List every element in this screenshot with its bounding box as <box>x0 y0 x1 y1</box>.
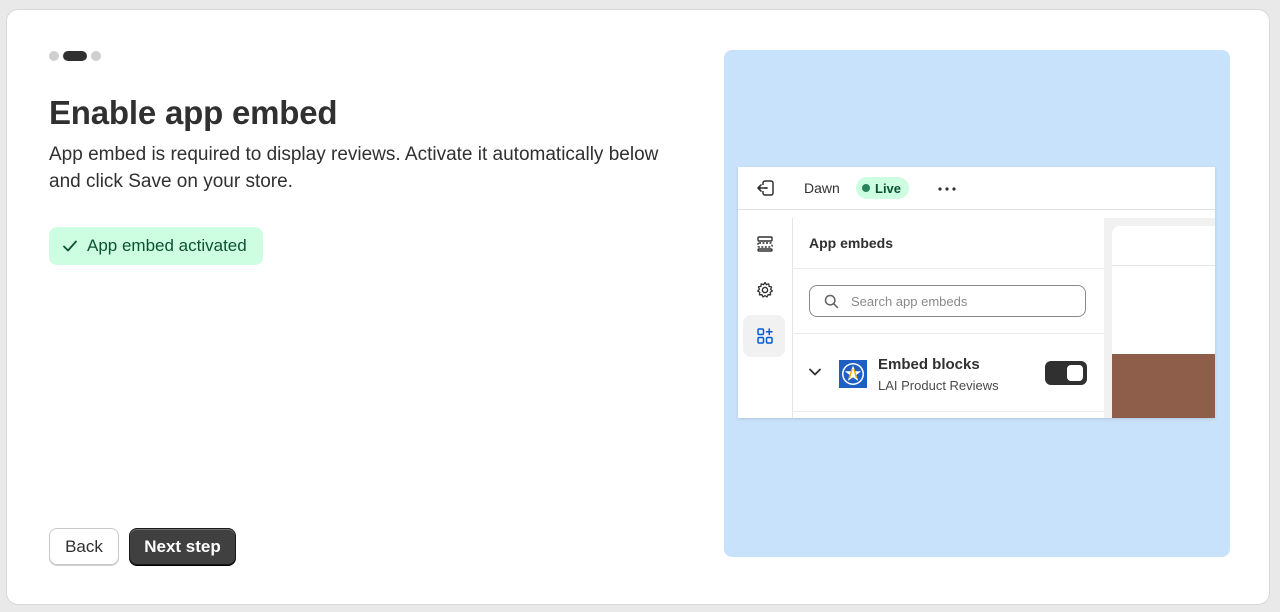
theme-name: Dawn <box>804 180 840 196</box>
status-badge: App embed activated <box>49 227 263 265</box>
panel-title: App embeds <box>809 235 894 251</box>
search-icon <box>824 294 839 308</box>
chevron-down-icon <box>809 368 821 376</box>
live-dot <box>862 184 870 192</box>
toggle-knob <box>1067 365 1083 381</box>
editor-side-rail <box>738 218 793 418</box>
embed-title: Embed blocks <box>878 356 980 373</box>
search-input <box>849 292 1063 310</box>
step-dot-3 <box>91 51 101 61</box>
app-embeds-icon <box>757 328 773 344</box>
next-step-button[interactable]: Next step <box>129 528 236 565</box>
embed-subtitle: LAI Product Reviews <box>878 378 999 393</box>
live-badge: Live <box>856 177 910 199</box>
divider <box>792 268 1104 269</box>
theme-editor-mock: Dawn Live App embeds Search app embeds E… <box>738 167 1215 418</box>
sections-icon <box>757 236 773 252</box>
page-description: App embed is required to display reviews… <box>49 144 659 192</box>
preview-header-divider <box>1112 265 1215 266</box>
back-button[interactable]: Back <box>49 528 119 565</box>
live-label: Live <box>875 180 902 196</box>
store-preview <box>1112 226 1215 418</box>
exit-icon <box>757 180 774 196</box>
app-embeds-panel: App embeds Search app embeds Embed block… <box>792 218 1105 418</box>
check-icon <box>63 240 77 252</box>
divider <box>792 333 1104 334</box>
more-horizontal-icon <box>938 187 956 191</box>
step-indicator <box>49 51 101 61</box>
status-badge-label: App embed activated <box>87 236 247 255</box>
app-logo-icon <box>839 360 867 388</box>
editor-topbar: Dawn Live <box>738 167 1215 210</box>
onboarding-card: Enable app embed App embed is required t… <box>6 9 1270 605</box>
illustration-panel: Dawn Live App embeds Search app embeds E… <box>724 50 1230 557</box>
embed-toggle <box>1045 361 1087 385</box>
step-dot-2-active <box>63 51 87 61</box>
divider <box>792 411 1104 412</box>
gear-icon <box>757 281 773 298</box>
search-field <box>809 285 1086 317</box>
step-dot-1 <box>49 51 59 61</box>
page-title: Enable app embed <box>49 94 338 131</box>
preview-image <box>1112 354 1215 418</box>
